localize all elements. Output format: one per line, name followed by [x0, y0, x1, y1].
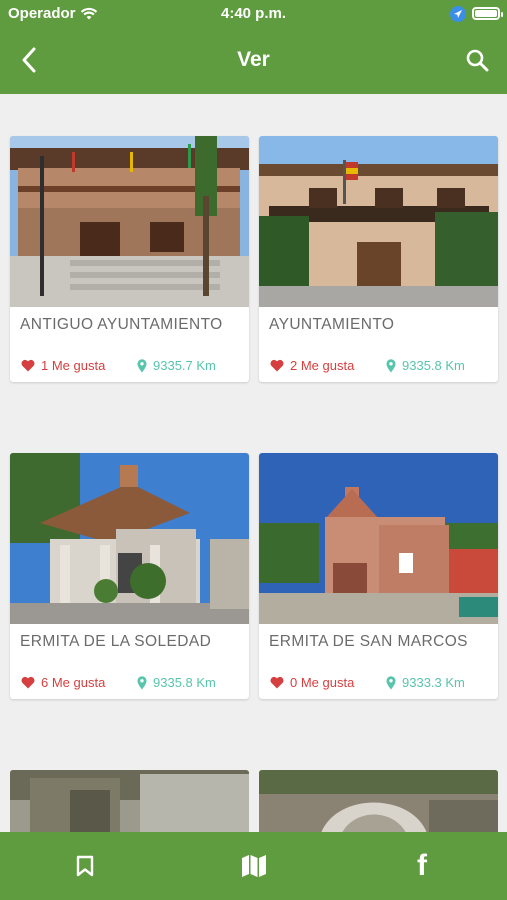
- tab-map[interactable]: [236, 849, 272, 883]
- place-photo: [10, 770, 249, 832]
- place-card[interactable]: ANTIGUO AYUNTAMIENTO 1 Me gusta 9335.7 K…: [10, 136, 249, 382]
- location-pin-icon: [137, 358, 147, 372]
- tab-bookmarks[interactable]: [67, 849, 103, 883]
- distance: 9335.7 Km: [137, 358, 216, 373]
- like-count-label: 2 Me gusta: [290, 358, 355, 373]
- like-count-label: 0 Me gusta: [290, 675, 355, 690]
- distance: 9335.8 Km: [386, 358, 465, 373]
- distance-label: 9333.3 Km: [402, 675, 465, 690]
- heart-icon: [270, 359, 284, 372]
- clock-label: 4:40 p.m.: [220, 5, 287, 22]
- place-title: ERMITA DE SAN MARCOS: [269, 633, 468, 650]
- location-arrow-icon: [450, 6, 466, 22]
- place-photo: [10, 453, 249, 624]
- tab-facebook[interactable]: f: [404, 849, 440, 883]
- place-card[interactable]: AYUNTAMIENTO 2 Me gusta 9335.8 Km: [259, 136, 498, 382]
- location-pin-icon: [386, 358, 396, 372]
- search-icon: [466, 49, 489, 72]
- bookmark-icon: [76, 855, 94, 877]
- location-pin-icon: [137, 675, 147, 689]
- like-count-label: 1 Me gusta: [41, 358, 106, 373]
- place-card[interactable]: ERMITA DE SAN MARCOS 0 Me gusta 9333.3 K…: [259, 453, 498, 699]
- status-bar: Operador 4:40 p.m.: [0, 0, 507, 28]
- heart-icon: [270, 676, 284, 689]
- place-photo: [259, 136, 498, 307]
- tab-bar: f: [0, 832, 507, 900]
- place-title: ERMITA DE LA SOLEDAD: [20, 633, 212, 650]
- map-icon: [242, 855, 266, 877]
- like-count[interactable]: 6 Me gusta: [21, 675, 105, 690]
- distance-label: 9335.7 Km: [153, 358, 216, 373]
- navigation-bar: Ver: [0, 28, 507, 94]
- place-card[interactable]: [10, 770, 249, 832]
- distance-label: 9335.8 Km: [153, 675, 216, 690]
- like-count-label: 6 Me gusta: [41, 675, 106, 690]
- distance: 9335.8 Km: [137, 675, 216, 690]
- like-count[interactable]: 1 Me gusta: [21, 358, 105, 373]
- like-count[interactable]: 2 Me gusta: [270, 358, 354, 373]
- page-title: Ver: [237, 48, 270, 71]
- place-title: AYUNTAMIENTO: [269, 316, 395, 333]
- place-title: ANTIGUO AYUNTAMIENTO: [20, 316, 223, 333]
- place-photo: [259, 770, 498, 832]
- place-card[interactable]: ERMITA DE LA SOLEDAD 6 Me gusta 9335.8 K…: [10, 453, 249, 699]
- place-card[interactable]: [259, 770, 498, 832]
- heart-icon: [21, 359, 35, 372]
- like-count[interactable]: 0 Me gusta: [270, 675, 354, 690]
- facebook-icon: f: [417, 849, 427, 882]
- distance-label: 9335.8 Km: [402, 358, 465, 373]
- place-photo: [259, 453, 498, 624]
- battery-icon: [472, 7, 503, 20]
- place-photo: [10, 136, 249, 307]
- places-grid[interactable]: ANTIGUO AYUNTAMIENTO 1 Me gusta 9335.7 K…: [0, 94, 507, 832]
- location-pin-icon: [386, 675, 396, 689]
- heart-icon: [21, 676, 35, 689]
- distance: 9333.3 Km: [386, 675, 465, 690]
- search-button[interactable]: [460, 43, 494, 77]
